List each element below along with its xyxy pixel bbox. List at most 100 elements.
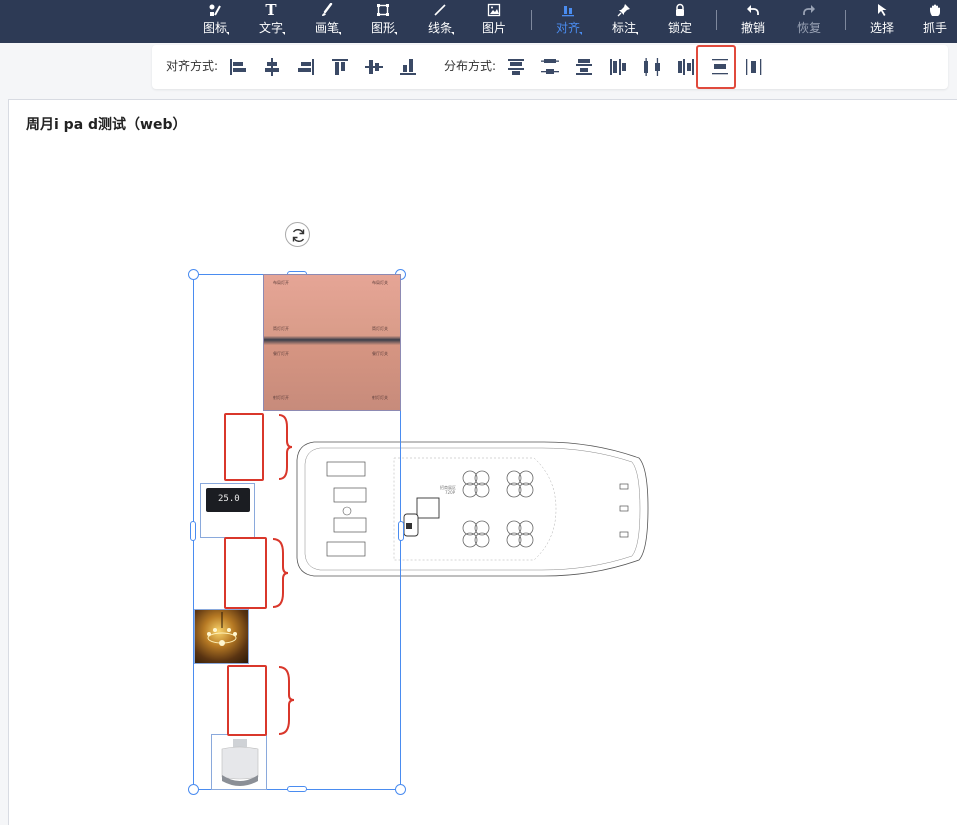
resize-handle-left[interactable]	[190, 521, 196, 541]
main-toolbar: 图标 T 文字 画笔 图形 线条 图片 对齐 标注 锁定 撤销 恢复 选择 抓手	[0, 0, 957, 43]
icon-library-icon	[190, 2, 240, 18]
spacing-annotation-box	[224, 413, 264, 481]
resize-handle-bottom-right[interactable]	[395, 784, 406, 795]
panel-label: 餐厅灯关	[372, 351, 388, 356]
toolbar-divider	[531, 10, 532, 30]
chandelier-image[interactable]	[194, 609, 249, 664]
submenu-caret-icon	[394, 32, 397, 35]
tool-undo[interactable]: 撤销	[728, 0, 778, 43]
rotate-icon	[292, 229, 305, 242]
tool-text[interactable]: T 文字	[246, 0, 296, 43]
distribute-top-icon	[508, 59, 524, 75]
tool-label: 标注	[611, 21, 636, 35]
spacing-annotation-box	[224, 537, 267, 609]
panel-label: 布局灯关	[372, 280, 388, 285]
align-right-button[interactable]	[294, 55, 318, 79]
align-top-icon	[332, 59, 348, 75]
chandelier-icon	[207, 612, 237, 646]
distribute-left-icon	[610, 59, 626, 75]
tool-label: 选择	[869, 21, 894, 35]
tool-image[interactable]: 图片	[469, 0, 519, 43]
distribute-horizontal-equal-button[interactable]	[742, 55, 766, 79]
tool-label: 恢复	[796, 21, 821, 35]
tool-redo[interactable]: 恢复	[784, 0, 834, 43]
speaker-image[interactable]	[211, 734, 267, 790]
panel-label: 射灯灯关	[372, 395, 388, 400]
thermostat-display: 25.0	[218, 494, 240, 504]
image-icon	[469, 2, 519, 18]
submenu-caret-icon	[451, 32, 454, 35]
align-right-icon	[298, 59, 314, 75]
tool-label: 撤销	[740, 21, 765, 35]
align-bottom-button[interactable]	[396, 55, 420, 79]
panel-label: 餐厅灯开	[273, 351, 289, 356]
brace-annotation	[278, 414, 293, 480]
distribute-center-h-button[interactable]	[640, 55, 664, 79]
tool-label: 文字	[258, 21, 283, 35]
room-sublabel: 720P	[445, 490, 456, 495]
design-canvas[interactable]: 周月i pa d测试（web） 招商展区 720P 布局灯开 布局灯关 筒灯灯开…	[8, 99, 957, 825]
tool-icon-library[interactable]: 图标	[190, 0, 240, 43]
panel-label: 布局灯开	[273, 280, 289, 285]
distribute-top-button[interactable]	[504, 55, 528, 79]
resize-handle-bottom-left[interactable]	[188, 784, 199, 795]
resize-handle-bottom[interactable]	[287, 786, 307, 792]
page-title: 周月i pa d测试（web）	[26, 117, 187, 133]
distribute-right-icon	[678, 59, 694, 75]
tool-brush[interactable]: 画笔	[302, 0, 352, 43]
thermostat-image[interactable]: 25.0	[200, 483, 255, 538]
distribute-mode-label: 分布方式:	[444, 59, 497, 73]
tool-label: 图片	[481, 21, 506, 35]
resize-handle-right[interactable]	[398, 521, 404, 541]
highlight-annotation-box	[696, 45, 736, 89]
pin-icon	[599, 2, 649, 18]
app-root: { "toolbar": { "items": [ {"label": "图标"…	[0, 0, 957, 825]
align-icon	[543, 2, 593, 18]
distribute-left-button[interactable]	[606, 55, 630, 79]
tool-label: 抓手	[922, 21, 947, 35]
distribute-center-v-icon	[541, 59, 559, 74]
redo-icon	[784, 2, 834, 18]
cursor-icon	[857, 2, 907, 18]
tool-label: 对齐	[555, 21, 580, 35]
brace-annotation	[272, 538, 289, 608]
tool-label: 图形	[370, 21, 395, 35]
distribute-right-button[interactable]	[674, 55, 698, 79]
brush-icon	[302, 2, 352, 18]
align-middle-v-button[interactable]	[362, 55, 386, 79]
shape-icon	[358, 2, 408, 18]
submenu-caret-icon	[282, 32, 285, 35]
tool-annotate[interactable]: 标注	[599, 0, 649, 43]
tool-label: 图标	[202, 21, 227, 35]
tool-select[interactable]: 选择	[857, 0, 907, 43]
align-center-h-icon	[265, 58, 279, 76]
align-bottom-icon	[400, 59, 416, 75]
align-distribute-bar: 对齐方式: 分布方式:	[152, 45, 948, 89]
tool-hand[interactable]: 抓手	[913, 0, 957, 43]
align-top-button[interactable]	[328, 55, 352, 79]
align-left-icon	[230, 59, 246, 75]
tool-label: 线条	[427, 21, 452, 35]
align-left-button[interactable]	[226, 55, 250, 79]
panel-label: 筒灯灯开	[273, 326, 289, 331]
distribute-bottom-icon	[576, 59, 592, 75]
rotate-handle[interactable]	[285, 222, 310, 247]
distribute-bottom-button[interactable]	[572, 55, 596, 79]
resize-handle-top-left[interactable]	[188, 269, 199, 280]
switch-panel-image[interactable]: 布局灯开 布局灯关 筒灯灯开 筒灯灯关 餐厅灯开 餐厅灯关 射灯灯开 射灯灯关	[263, 274, 401, 411]
tool-line[interactable]: 线条	[415, 0, 465, 43]
submenu-caret-icon	[226, 32, 229, 35]
toolbar-divider	[716, 10, 717, 30]
tool-label: 锁定	[667, 21, 692, 35]
thermostat-screen: 25.0	[206, 488, 250, 512]
tool-shape[interactable]: 图形	[358, 0, 408, 43]
align-mode-label: 对齐方式:	[166, 59, 219, 73]
undo-icon	[728, 2, 778, 18]
hand-icon	[913, 2, 957, 18]
distribute-center-v-button[interactable]	[538, 55, 562, 79]
distribute-center-h-icon	[644, 58, 660, 76]
tool-align[interactable]: 对齐	[543, 0, 593, 43]
brace-annotation	[278, 666, 295, 735]
tool-lock[interactable]: 锁定	[655, 0, 705, 43]
align-center-h-button[interactable]	[260, 55, 284, 79]
